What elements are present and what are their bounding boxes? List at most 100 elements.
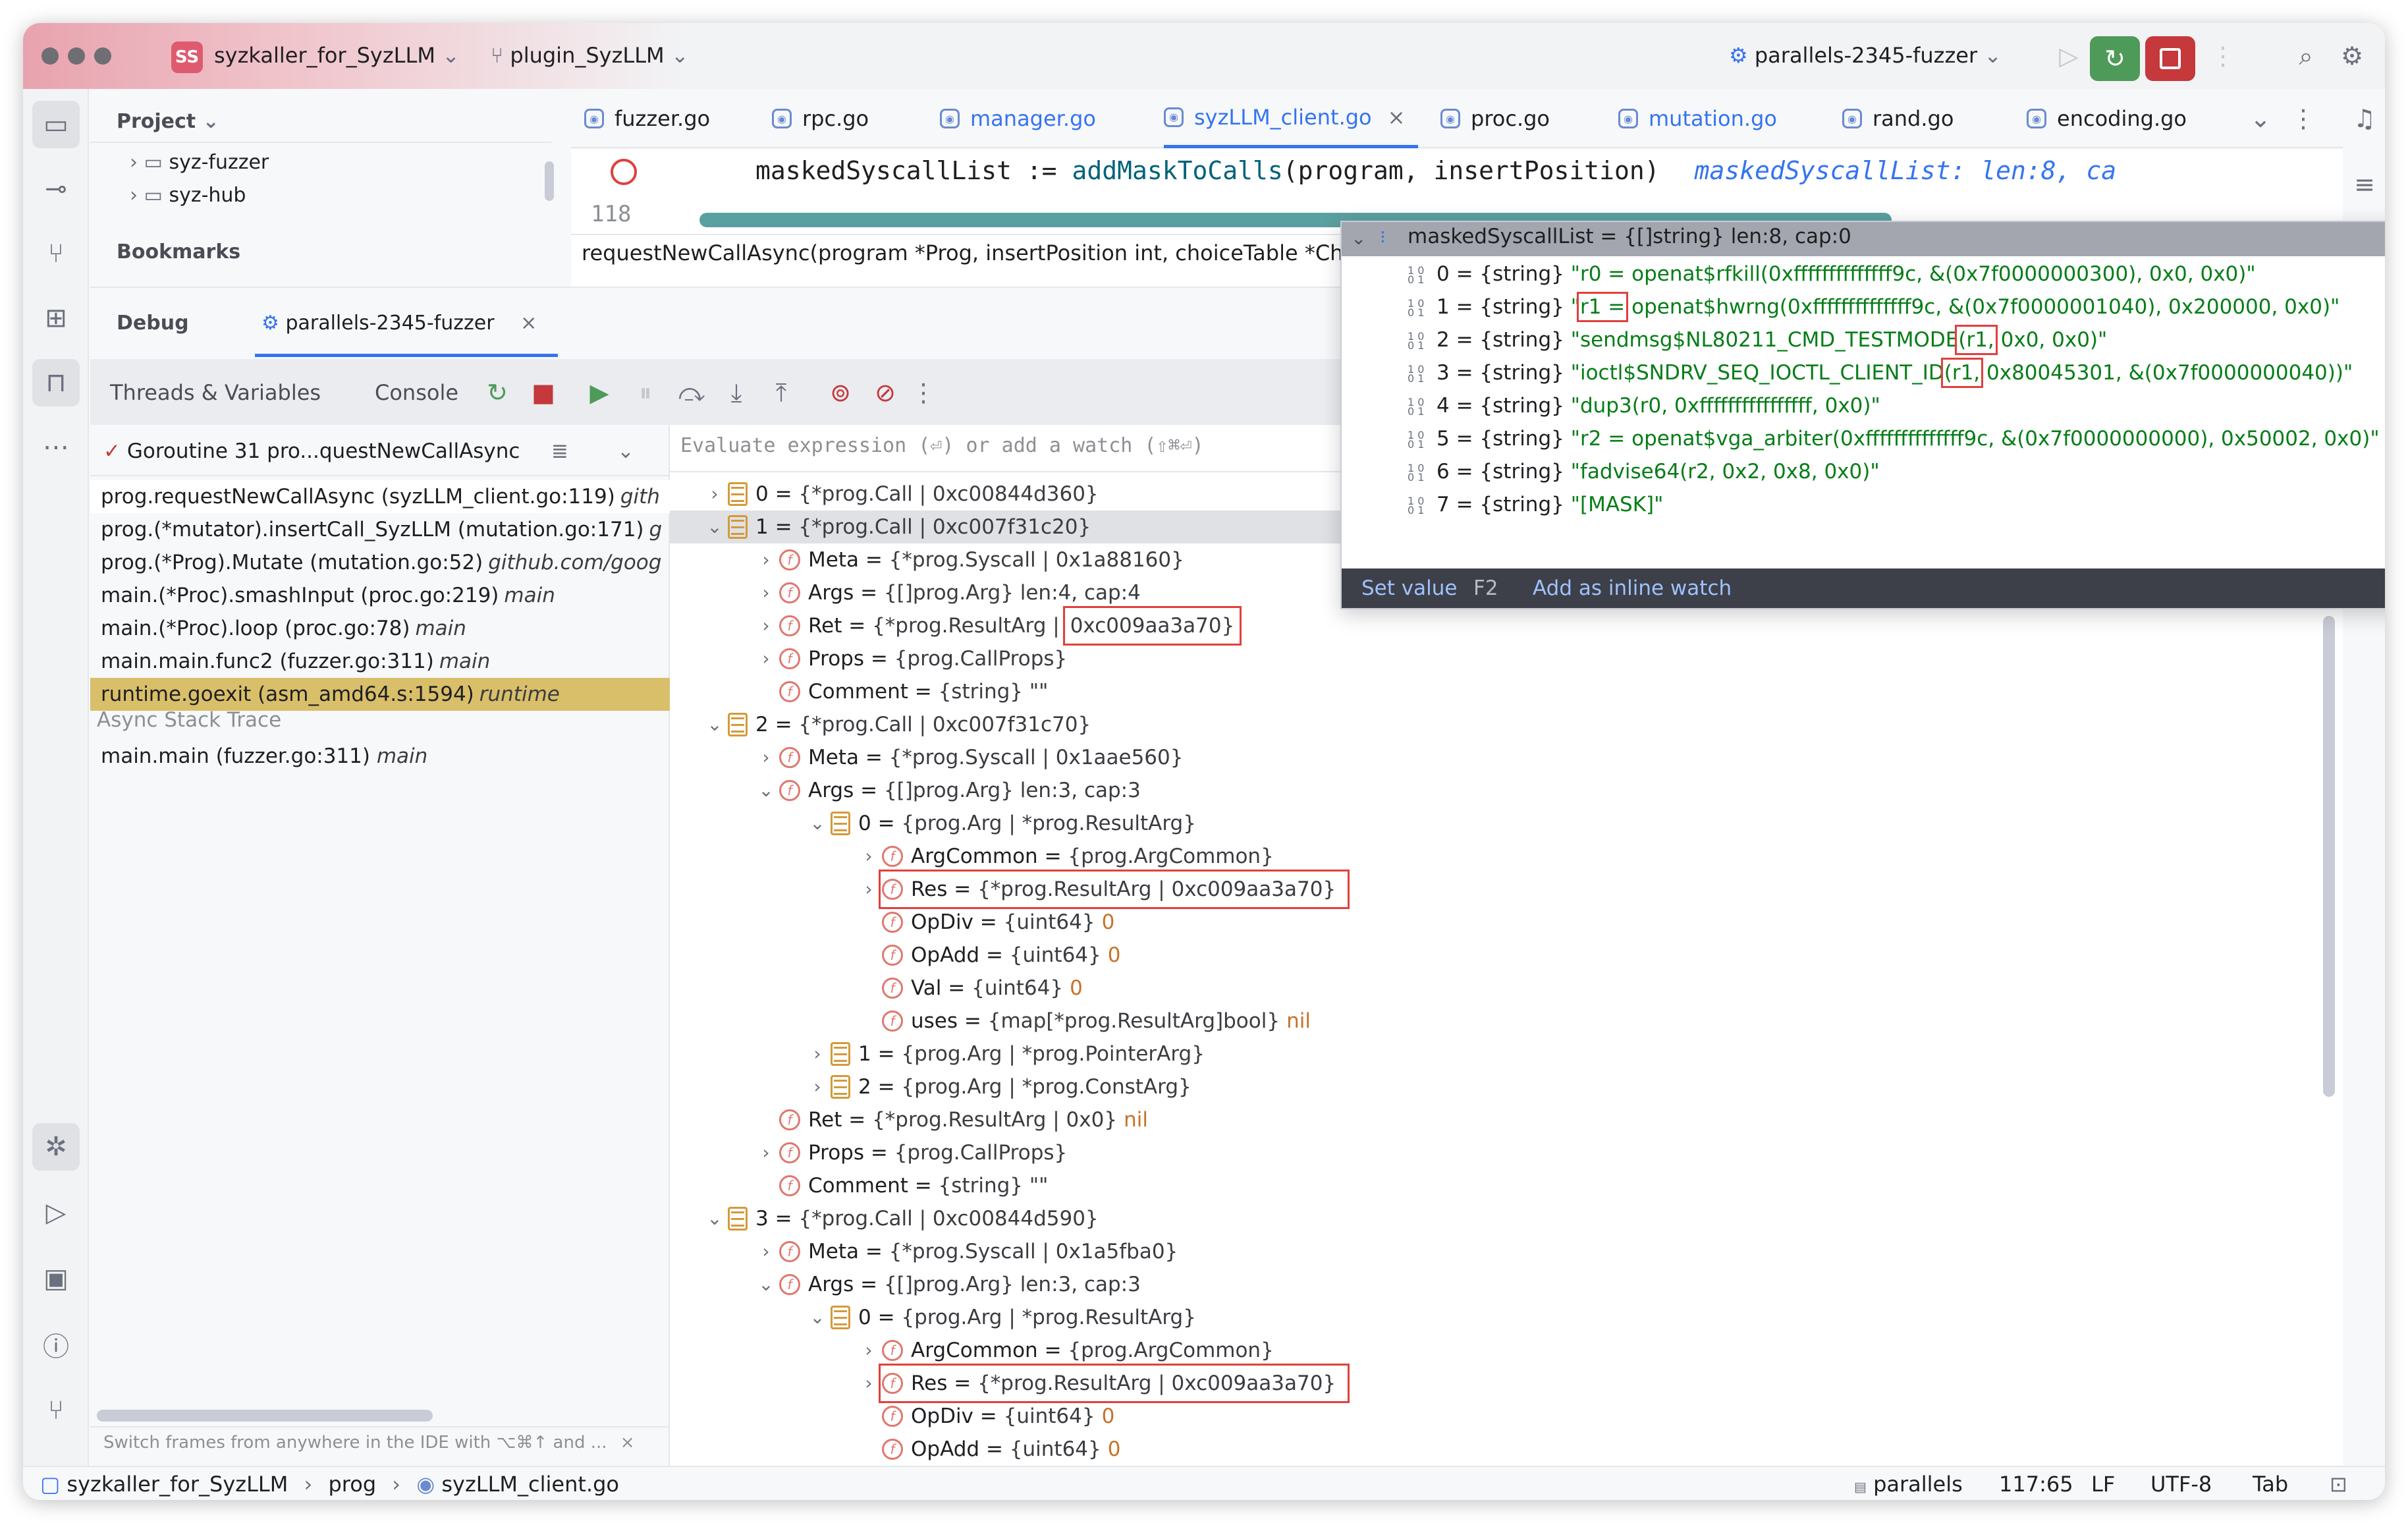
popup-list-item[interactable]: 1 00 1 6 = {string} "fadvise64(r2, 0x2, 0… <box>1342 455 1880 488</box>
pull-request-icon[interactable]: ⑂ <box>32 230 80 277</box>
debug-bug-icon[interactable]: ✲ <box>32 1123 80 1171</box>
run-icon[interactable]: ▷ <box>2052 39 2086 73</box>
goroutine-selector[interactable]: ✓ Goroutine 31 pro...questNewCallAsync ≣… <box>103 431 643 471</box>
indent-setting[interactable]: Tab <box>2253 1467 2288 1500</box>
tab-threads-variables[interactable]: Threads & Variables <box>110 380 321 405</box>
tree-item-syz-hub[interactable]: › ▭ syz-hub <box>130 184 246 207</box>
variable-row[interactable]: › f Res = {*prog.ResultArg | 0xc009aa3a70} <box>670 870 2316 909</box>
variable-row[interactable]: f Comment = {string} "" <box>670 1169 2316 1202</box>
stack-frame[interactable]: prog.(*Prog).Mutate (mutation.go:52) gith… <box>90 546 670 579</box>
tab-rpc-go[interactable]: ◉ rpc.go <box>772 89 869 148</box>
add-inline-watch-button[interactable]: Add as inline watch <box>1533 568 1732 608</box>
branch-selector[interactable]: ⑂ plugin_SyzLLM ⌄ <box>491 43 689 68</box>
notifications-bell-icon[interactable]: ♫ <box>2348 102 2381 135</box>
chevron-down-icon[interactable]: ⌄ <box>617 431 634 471</box>
search-icon[interactable]: ⌕ <box>2289 39 2323 73</box>
breakpoint-icon[interactable] <box>611 159 637 185</box>
tab-syzllm-client-go[interactable]: ◉ syzLLM_client.go × <box>1164 89 1419 148</box>
commit-icon[interactable]: ⊸ <box>32 165 80 213</box>
project-selector[interactable]: syzkaller_for_SyzLLM ⌄ <box>214 43 460 68</box>
variable-row[interactable]: f Val = {uint64} 0 <box>670 972 2316 1005</box>
stack-frame[interactable]: main.(*Proc).smashInput (proc.go:219) mai… <box>90 579 670 612</box>
stack-frame[interactable]: main.(*Proc).loop (proc.go:78) main <box>90 612 670 645</box>
variable-row[interactable]: › f Props = {prog.CallProps} <box>670 1136 2316 1169</box>
expand-chevron-icon[interactable]: ⌄ <box>753 1268 779 1301</box>
debug-rerun-icon[interactable]: ↻ <box>2090 36 2140 81</box>
expand-chevron-icon[interactable]: ⌄ <box>701 708 728 741</box>
stack-frame[interactable]: prog.requestNewCallAsync (syzLLM_client.… <box>90 480 670 513</box>
database-icon[interactable]: ≡ <box>2348 168 2381 201</box>
step-over-icon[interactable]: ⤼ <box>676 377 707 408</box>
variable-row[interactable]: › f Res = {*prog.ResultArg | 0xc009aa3a70} <box>670 1364 2316 1403</box>
stack-frame[interactable]: prog.(*mutator).insertCall_SyzLLM (mutat… <box>90 513 670 546</box>
popup-list-item[interactable]: 1 00 1 0 = {string} "r0 = openat$rfkill(0… <box>1342 258 2256 291</box>
view-breakpoints-icon[interactable]: ⊚ <box>825 377 856 408</box>
variable-row[interactable]: f OpDiv = {uint64} 0 <box>670 906 2316 939</box>
close-tab-icon[interactable]: × <box>1388 105 1406 130</box>
tab-manager-go[interactable]: ◉ manager.go <box>940 89 1096 148</box>
expand-chevron-icon[interactable]: › <box>701 478 728 511</box>
variable-row[interactable]: › f Meta = {*prog.Syscall | 0x1a5fba0} <box>670 1235 2316 1268</box>
async-frame[interactable]: main.main (fuzzer.go:311) main <box>90 740 670 773</box>
expand-chevron-icon[interactable]: › <box>753 642 779 675</box>
debug-title[interactable]: Debug <box>117 312 189 335</box>
variable-row[interactable]: f Ret = {*prog.ResultArg | 0x0} nil <box>670 1103 2316 1136</box>
expand-chevron-icon[interactable]: ⌄ <box>701 511 728 543</box>
popup-header[interactable]: ⌄ ⁝ maskedSyscallList = {[]string} len:8… <box>1342 222 2385 256</box>
expand-chevron-icon[interactable]: › <box>753 609 779 642</box>
lock-icon[interactable]: ⊡ <box>2330 1467 2347 1500</box>
variable-row[interactable]: f OpDiv = {uint64} 0 <box>670 1400 2316 1433</box>
expand-chevron-icon[interactable]: › <box>856 873 882 906</box>
breadcrumb-item[interactable]: syzkaller_for_SyzLLM <box>67 1472 288 1497</box>
variable-row[interactable]: › f ArgCommon = {prog.ArgCommon} <box>670 1334 2316 1367</box>
sftp-server[interactable]: ▤ parallels <box>1854 1467 1963 1500</box>
stack-frame[interactable]: runtime.goexit (asm_amd64.s:1594) runtime <box>90 678 670 711</box>
more-horizontal-icon[interactable]: ⋯ <box>32 424 80 471</box>
project-panel-title[interactable]: Project ⌄ <box>117 110 219 133</box>
maximize-window-button[interactable] <box>94 47 111 65</box>
horizontal-scrollbar[interactable] <box>97 1410 433 1422</box>
caret-position[interactable]: 117:65 <box>1999 1467 2073 1500</box>
variable-row[interactable]: f Comment = {string} "" <box>670 675 2316 708</box>
variable-row[interactable]: › f ArgCommon = {prog.ArgCommon} <box>670 840 2316 873</box>
problems-icon[interactable]: ⓘ <box>32 1321 80 1368</box>
tab-rand-go[interactable]: ◉ rand.go <box>1842 89 1954 148</box>
variable-row[interactable]: f OpAdd = {uint64} 0 <box>670 939 2316 972</box>
variable-row[interactable]: › 2 = {prog.Arg | *prog.ConstArg} <box>670 1070 2316 1103</box>
tab-proc-go[interactable]: ◉ proc.go <box>1440 89 1550 148</box>
variable-row[interactable]: › 1 = {prog.Arg | *prog.PointerArg} <box>670 1038 2316 1070</box>
expand-chevron-icon[interactable]: › <box>753 543 779 576</box>
expand-chevron-icon[interactable]: › <box>856 1367 882 1400</box>
variable-row[interactable]: › f Meta = {*prog.Syscall | 0x1aae560} <box>670 741 2316 774</box>
variable-row[interactable]: ⌄ f Args = {[]prog.Arg} len:3, cap:3 <box>670 774 2316 807</box>
stack-frame[interactable]: main.main.func2 (fuzzer.go:311) main <box>90 645 670 678</box>
bookmark-icon[interactable]: ⊓ <box>32 359 80 406</box>
vertical-scrollbar[interactable] <box>2323 616 2335 1097</box>
variable-row[interactable]: ⌄ 2 = {*prog.Call | 0xc007f31c70} <box>670 708 2316 741</box>
tree-item-syz-fuzzer[interactable]: › ▭ syz-fuzzer <box>130 151 269 174</box>
rerun-icon[interactable]: ↻ <box>482 377 512 408</box>
expand-chevron-icon[interactable]: › <box>804 1038 831 1070</box>
popup-list-item[interactable]: 1 00 1 4 = {string} "dup3(r0, 0xfffffffff… <box>1342 389 1880 422</box>
variable-row[interactable]: f uses = {map[*prog.ResultArg]bool} nil <box>670 1005 2316 1038</box>
variable-row[interactable]: f OpAdd = {uint64} 0 <box>670 1433 2316 1466</box>
step-out-icon[interactable]: ⤒ <box>766 377 796 408</box>
expand-chevron-icon[interactable]: ⌄ <box>804 807 831 840</box>
step-into-icon[interactable]: ⤓ <box>721 377 752 408</box>
chevron-down-icon[interactable]: ⌄ <box>2244 102 2277 135</box>
terminal-icon[interactable]: ▣ <box>32 1255 80 1302</box>
expand-chevron-icon[interactable]: ⌄ <box>701 1202 728 1235</box>
expand-chevron-icon[interactable]: › <box>804 1070 831 1103</box>
expand-chevron-icon[interactable]: › <box>856 840 882 873</box>
variable-row[interactable]: ⌄ 0 = {prog.Arg | *prog.ResultArg} <box>670 1301 2316 1334</box>
variable-row[interactable]: ⌄ f Args = {[]prog.Arg} len:3, cap:3 <box>670 1268 2316 1301</box>
popup-list-item[interactable]: 1 00 1 3 = {string} "ioctl$SNDRV_SEQ_IOCT… <box>1342 356 2353 389</box>
resume-icon[interactable]: ▶ <box>584 377 615 408</box>
expand-chevron-icon[interactable]: › <box>753 741 779 774</box>
minimize-window-button[interactable] <box>68 47 85 65</box>
popup-list-item[interactable]: 1 00 1 7 = {string} "[MASK]" <box>1342 488 1663 521</box>
expand-chevron-icon[interactable]: › <box>856 1334 882 1367</box>
expand-chevron-icon[interactable]: ⌄ <box>753 774 779 807</box>
tab-console[interactable]: Console <box>375 380 458 405</box>
breadcrumb-item[interactable]: syzLLM_client.go <box>441 1472 619 1497</box>
